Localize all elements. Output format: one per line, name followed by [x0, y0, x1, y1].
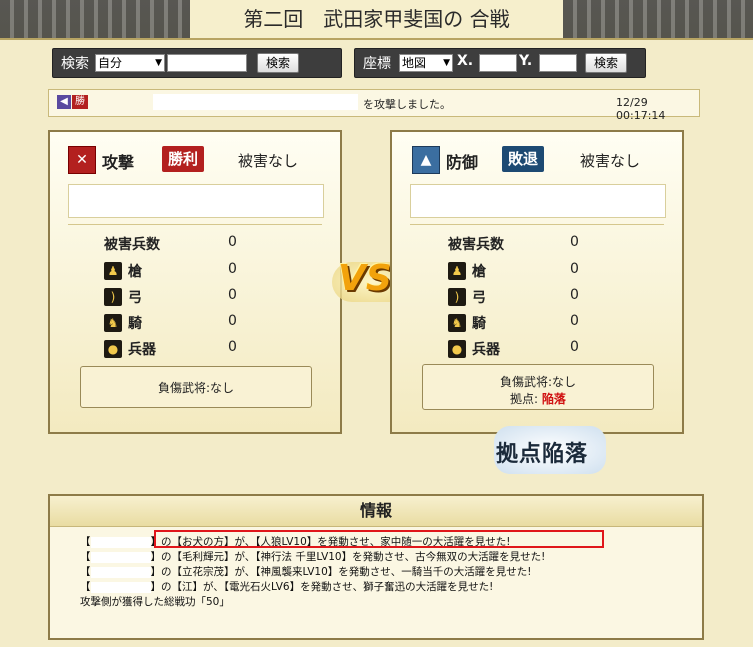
redacted-name — [90, 581, 151, 593]
search-select-value: 自分 — [98, 56, 123, 70]
title-ornament-left — [0, 0, 190, 38]
weapon-icon: ● — [104, 340, 122, 358]
title-ornament-right — [563, 0, 753, 38]
vs-text: VS — [338, 258, 392, 299]
attack-label: 攻撃 — [102, 153, 135, 172]
horse-icon: ♞ — [104, 314, 122, 332]
map-select-value: 地図 — [402, 56, 427, 70]
weapon-icon: ● — [448, 340, 466, 358]
horse-label: 騎 — [472, 316, 486, 332]
search-select[interactable]: 自分 ▼ — [95, 54, 165, 72]
win-badge: 勝 — [72, 95, 88, 109]
bow-label: 弓 — [472, 290, 486, 306]
spear-value: 0 — [228, 261, 237, 277]
weapon-label: 兵器 — [472, 342, 500, 358]
map-select[interactable]: 地図 ▼ — [399, 54, 453, 72]
highlight-box — [154, 530, 604, 548]
casualty-total: 0 — [570, 234, 579, 250]
info-line: 【】の【毛利輝元】が、【神行法 千里LV10】を発動させ、古今無双の大活躍を見せ… — [80, 551, 546, 563]
spear-label: 槍 — [128, 264, 142, 280]
bow-label: 弓 — [128, 290, 142, 306]
attack-damage: 被害なし — [238, 152, 299, 170]
y-input[interactable] — [539, 54, 577, 72]
coordinate-search-button[interactable]: 検索 — [585, 53, 627, 73]
search-bar: 検索 自分 ▼ 検索 — [52, 48, 342, 78]
divider — [68, 224, 322, 225]
defense-name-box — [410, 184, 666, 218]
bow-value: 0 — [228, 287, 237, 303]
spear-icon: ♟ — [448, 262, 466, 280]
bow-value: 0 — [570, 287, 579, 303]
search-button[interactable]: 検索 — [257, 53, 299, 73]
page-title: 第二回 武田家甲斐国の 合戦 — [190, 0, 563, 38]
attack-casualty-text: 負傷武将:なし — [157, 381, 235, 395]
redacted-name — [90, 566, 151, 578]
casualty-total: 0 — [228, 234, 237, 250]
horse-value: 0 — [228, 313, 237, 329]
y-label: Y. — [519, 53, 533, 69]
weapon-value: 0 — [228, 339, 237, 355]
message-timestamp: 12/29 00:17:14 — [616, 96, 666, 122]
defense-casualty-box: 負傷武将:なし 拠点: 陥落 — [422, 364, 654, 410]
bow-icon: ) — [448, 288, 466, 306]
spear-value: 0 — [570, 261, 579, 277]
search-input[interactable] — [167, 54, 247, 72]
defense-panel: ▲ 防御 敗退 被害なし 被害兵数 0 ♟ 槍 0 ) 弓 0 ♞ 騎 0 ● … — [390, 130, 684, 434]
info-line: 【】の【江】が、【電光石火LV6】を発動させ、獅子奮迅の大活躍を見せた! — [80, 581, 494, 593]
info-line: 【】の【立花宗茂】が、【神風襲来LV10】を発動させ、一騎当千の大活躍を見せた! — [80, 566, 532, 578]
divider — [410, 224, 664, 225]
spear-icon: ♟ — [104, 262, 122, 280]
weapon-label: 兵器 — [128, 342, 156, 358]
attack-casualty-box: 負傷武将:なし — [80, 366, 312, 408]
defense-casualty-text: 負傷武将:なし — [499, 375, 577, 389]
redacted-name — [90, 551, 151, 563]
stamp-text: 拠点陥落 — [496, 441, 589, 467]
helmet-icon: ▲ — [412, 146, 440, 174]
base-fallen-stamp: 拠点陥落 — [488, 420, 612, 482]
casualty-header: 被害兵数 — [448, 237, 504, 253]
defense-result-badge: 敗退 — [502, 146, 545, 172]
defense-label: 防御 — [446, 153, 479, 172]
info-footer: 攻撃側が獲得した総戦功「50」 — [80, 596, 230, 608]
battle-message: ◀ 勝 を攻撃しました。 12/29 00:17:14 — [48, 89, 700, 122]
horse-icon: ♞ — [448, 314, 466, 332]
x-label: X. — [457, 53, 474, 69]
spear-label: 槍 — [472, 264, 486, 280]
weapon-value: 0 — [570, 339, 579, 355]
coordinate-bar: 座標 地図 ▼ X. Y. 検索 — [354, 48, 646, 78]
coordinate-label: 座標 — [363, 56, 391, 72]
base-label: 拠点: — [510, 392, 539, 406]
info-panel: 情報 【】の【お犬の方】が、【人狼LV10】を発動させ、家中随一の大活躍を見せた… — [48, 494, 704, 640]
redacted-name — [90, 536, 151, 548]
chevron-down-icon: ▼ — [155, 58, 162, 68]
bow-icon: ) — [104, 288, 122, 306]
horse-label: 騎 — [128, 316, 142, 332]
horse-value: 0 — [570, 313, 579, 329]
defense-damage: 被害なし — [580, 152, 641, 170]
casualty-header: 被害兵数 — [104, 237, 160, 253]
swords-icon: ✕ — [68, 146, 96, 174]
attack-panel: ✕ 攻撃 勝利 被害なし 被害兵数 0 ♟ 槍 0 ) 弓 0 ♞ 騎 0 ● … — [48, 130, 342, 434]
attack-name-box — [68, 184, 324, 218]
arrow-left-icon: ◀ — [57, 95, 71, 109]
attack-result-badge: 勝利 — [162, 146, 205, 172]
x-input[interactable] — [479, 54, 517, 72]
chevron-down-icon: ▼ — [443, 58, 450, 68]
search-label: 検索 — [61, 56, 89, 72]
message-text: を攻撃しました。 — [363, 98, 451, 111]
redacted-name — [153, 94, 358, 110]
base-fallen-value: 陥落 — [541, 392, 566, 406]
info-title: 情報 — [50, 496, 702, 527]
